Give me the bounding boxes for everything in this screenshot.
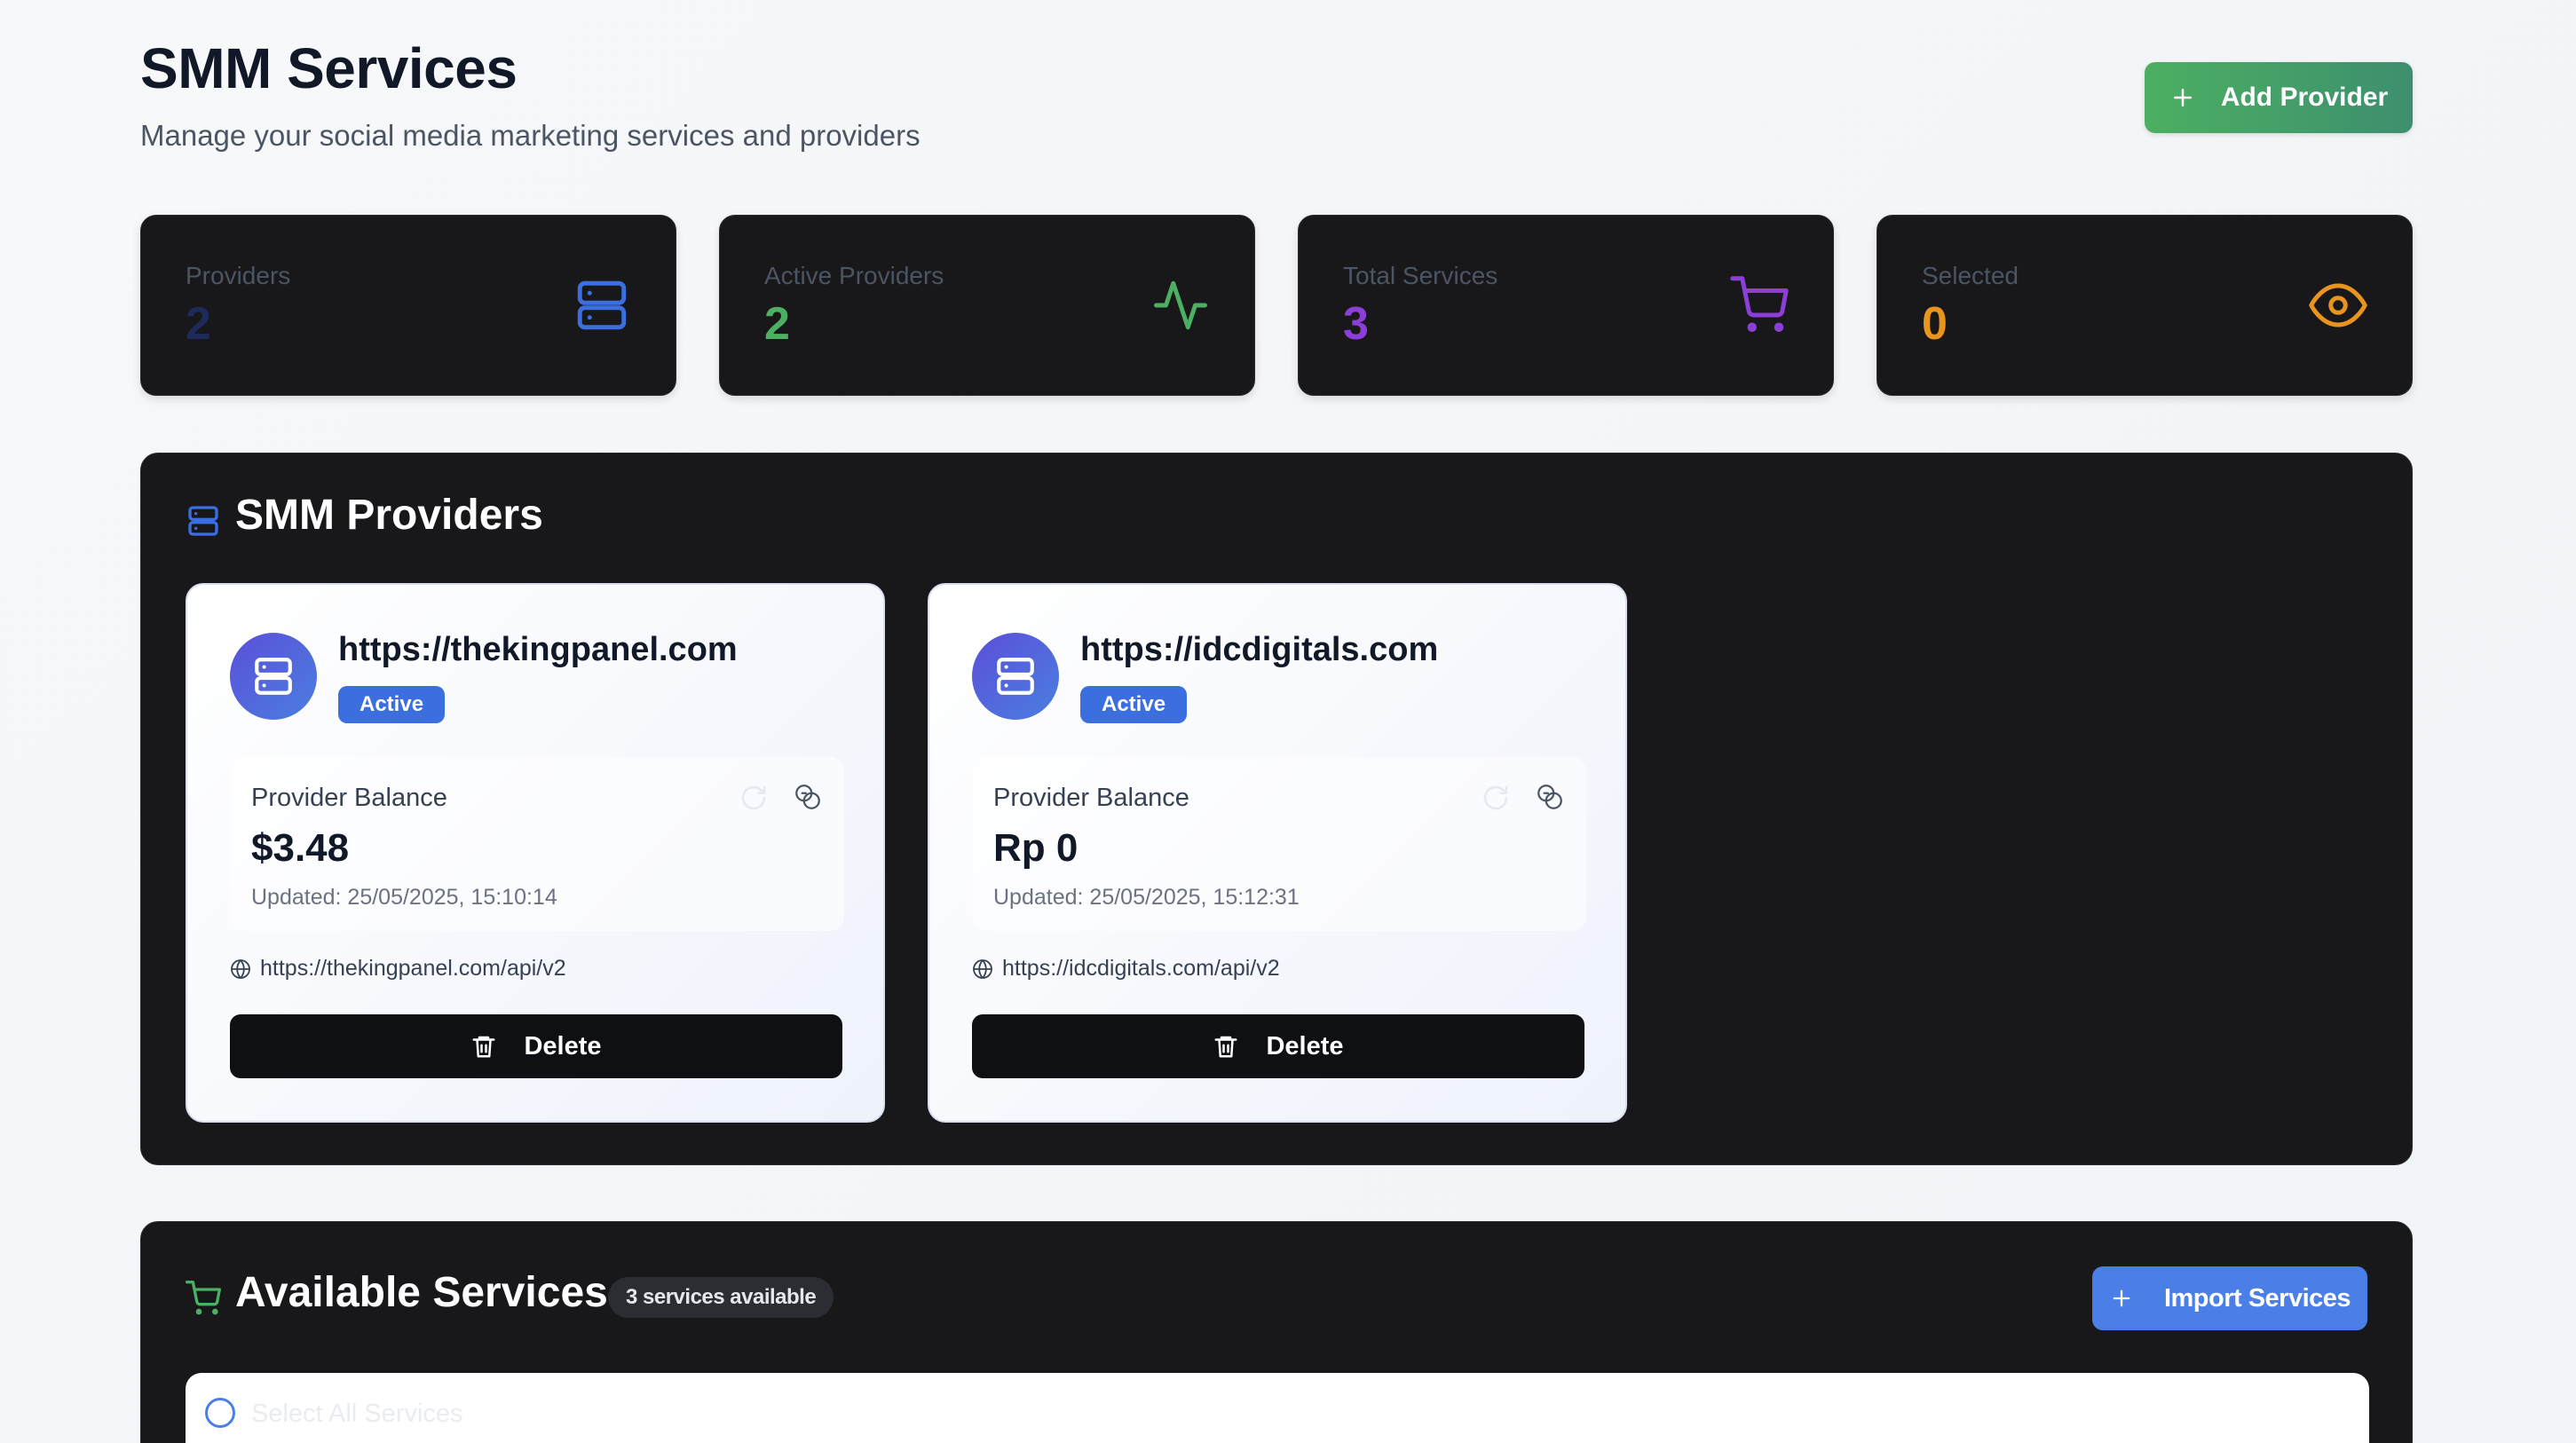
trash-icon: [1214, 1036, 1237, 1058]
server-icon: [997, 658, 1034, 695]
plus-icon: [2113, 1289, 2130, 1307]
import-services-button[interactable]: Import Services: [2092, 1266, 2367, 1330]
server-icon: [577, 280, 627, 330]
stat-value: 2: [764, 298, 790, 350]
services-section-title: Available Services: [235, 1269, 608, 1316]
api-url-row: https://idcdigitals.com/api/v2: [972, 956, 1280, 982]
globe-icon: [973, 958, 992, 979]
globe-icon: [231, 958, 250, 979]
stat-value: 2: [186, 298, 211, 350]
provider-avatar: [972, 633, 1059, 720]
stat-label: Providers: [186, 262, 291, 289]
delete-label: Delete: [524, 1031, 602, 1061]
provider-name: https://thekingpanel.com: [338, 631, 738, 668]
add-provider-label: Add Provider: [2220, 83, 2389, 112]
api-url: https://idcdigitals.com/api/v2: [1002, 956, 1280, 981]
refresh-icon[interactable]: [739, 784, 768, 812]
balance-box: Provider Balance $3.48 Updated: 25/05/20…: [230, 757, 844, 931]
provider-card: https://thekingpanel.com Active Provider…: [186, 583, 885, 1123]
delete-provider-button[interactable]: Delete: [230, 1014, 842, 1078]
stat-value: 0: [1922, 298, 1948, 350]
balance-label: Provider Balance: [251, 784, 447, 812]
provider-card: https://idcdigitals.com Active Provider …: [928, 583, 1627, 1123]
select-all-checkbox[interactable]: [205, 1398, 235, 1428]
balance-updated: Updated: 25/05/2025, 15:10:14: [251, 885, 557, 910]
provider-avatar: [230, 633, 317, 720]
eye-icon: [2309, 283, 2367, 327]
balance-value: Rp 0: [993, 826, 1079, 870]
page-subtitle: Manage your social media marketing servi…: [140, 119, 921, 152]
provider-name: https://idcdigitals.com: [1080, 631, 1439, 668]
page-title: SMM Services: [140, 36, 518, 100]
add-provider-button[interactable]: Add Provider: [2145, 62, 2413, 133]
activity-icon: [1154, 280, 1207, 330]
server-icon: [255, 658, 292, 695]
stat-card-total-services: Total Services 3: [1298, 215, 1834, 396]
providers-section-title: SMM Providers: [235, 492, 543, 539]
coins-icon[interactable]: [793, 782, 823, 812]
balance-updated: Updated: 25/05/2025, 15:12:31: [993, 885, 1300, 910]
refresh-icon[interactable]: [1482, 784, 1510, 812]
api-url-row: https://thekingpanel.com/api/v2: [230, 956, 566, 982]
services-panel: Available Services 3 services available …: [140, 1221, 2413, 1443]
select-all-row[interactable]: Select All Services: [186, 1373, 2369, 1443]
plus-icon: [2173, 89, 2192, 106]
import-services-label: Import Services: [2163, 1283, 2351, 1313]
balance-box: Provider Balance Rp 0 Updated: 25/05/202…: [972, 757, 1586, 931]
stat-card-selected: Selected 0: [1877, 215, 2413, 396]
select-all-label: Select All Services: [251, 1400, 463, 1428]
stat-label: Active Providers: [764, 262, 944, 289]
stat-label: Total Services: [1343, 262, 1498, 289]
status-badge: Active: [1080, 686, 1188, 723]
stat-value: 3: [1343, 298, 1369, 350]
services-count-badge: 3 services available: [608, 1277, 834, 1318]
providers-panel: SMM Providers https://thekingpanel.com A…: [140, 453, 2413, 1165]
trash-icon: [472, 1036, 495, 1058]
balance-value: $3.48: [251, 826, 350, 870]
stat-label: Selected: [1922, 262, 2019, 289]
stat-card-providers: Providers 2: [140, 215, 676, 396]
status-badge: Active: [338, 686, 446, 723]
coins-icon[interactable]: [1535, 782, 1565, 812]
server-icon: [188, 506, 218, 536]
shopping-cart-icon: [186, 1281, 221, 1315]
api-url: https://thekingpanel.com/api/v2: [260, 956, 566, 981]
balance-label: Provider Balance: [993, 784, 1189, 812]
delete-provider-button[interactable]: Delete: [972, 1014, 1584, 1078]
stat-card-active-providers: Active Providers 2: [719, 215, 1255, 396]
shopping-cart-icon: [1730, 276, 1789, 332]
delete-label: Delete: [1266, 1031, 1344, 1061]
